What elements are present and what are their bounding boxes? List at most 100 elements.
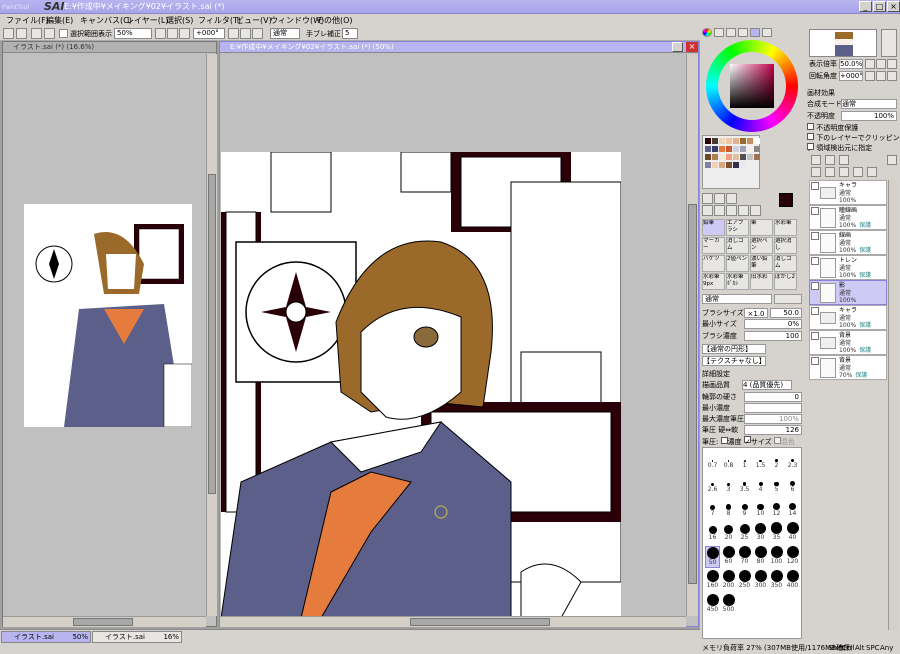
visibility-eye-icon[interactable]: [811, 232, 819, 240]
visibility-eye-icon[interactable]: [811, 257, 819, 265]
task-canvas-1[interactable]: イラスト.sai 50%: [1, 631, 91, 643]
brush-size-option[interactable]: 2.3: [785, 450, 800, 472]
zoom-reset-icon[interactable]: [179, 28, 190, 39]
layer-list-scroll[interactable]: [888, 180, 898, 630]
navigator-close-icon[interactable]: [881, 29, 897, 57]
main-hscroll[interactable]: [220, 616, 686, 627]
brush-size-option[interactable]: 2.6: [705, 474, 720, 496]
zoom-icon[interactable]: [714, 205, 725, 216]
brush-size-option[interactable]: 160: [705, 570, 720, 592]
rotate-icon[interactable]: [726, 205, 737, 216]
move-icon[interactable]: [702, 205, 713, 216]
navigator-preview[interactable]: [809, 29, 877, 57]
layer-item[interactable]: トレン 通常 100% 保護: [809, 255, 887, 280]
brush-size-option[interactable]: 100: [769, 546, 784, 568]
main-vscroll[interactable]: [686, 54, 698, 616]
color-wheel-tab-icon[interactable]: [702, 28, 712, 37]
min-size-value[interactable]: 0%: [744, 319, 802, 329]
brush-size-option[interactable]: 450: [705, 594, 720, 616]
canvas-close-button[interactable]: ×: [686, 42, 698, 52]
tool-8[interactable]: バケツ: [702, 255, 725, 272]
opacity-value[interactable]: 100%: [841, 111, 897, 121]
menu-canvas[interactable]: キャンバス(C): [80, 15, 132, 26]
tool-1[interactable]: エアブラシ: [726, 219, 749, 236]
menu-other[interactable]: その他(O): [316, 15, 353, 26]
rect-select-icon[interactable]: [702, 193, 713, 204]
brush-size-option[interactable]: 25: [737, 522, 752, 544]
tool-0[interactable]: 鉛筆: [702, 219, 725, 236]
selection-source-option[interactable]: 領域検出元に指定: [807, 143, 872, 153]
merge-down-icon[interactable]: [825, 167, 835, 177]
brush-blend-mode[interactable]: 通常: [702, 294, 772, 304]
tool-11[interactable]: 消しゴム: [774, 255, 797, 272]
brush-size-option[interactable]: 40: [785, 522, 800, 544]
visibility-eye-icon[interactable]: [811, 282, 819, 290]
brush-size-option[interactable]: 14: [785, 498, 800, 520]
brush-size-option[interactable]: 16: [705, 522, 720, 544]
tool-6[interactable]: 選択ペン: [750, 237, 773, 254]
maximize-button[interactable]: □: [873, 1, 886, 12]
menu-file[interactable]: ファイル(F): [6, 15, 49, 26]
brush-size-option[interactable]: 12: [769, 498, 784, 520]
color-square[interactable]: [730, 64, 774, 108]
pressure-value[interactable]: 126: [744, 425, 802, 435]
nav-zoom-out-icon[interactable]: [865, 59, 875, 69]
task-canvas-2[interactable]: イラスト.sai 16%: [92, 631, 182, 643]
rotate-right-icon[interactable]: [240, 28, 251, 39]
color-wheel[interactable]: [706, 40, 798, 132]
rotate-left-icon[interactable]: [228, 28, 239, 39]
brush-size-value[interactable]: 50.0: [770, 308, 802, 318]
layer-item[interactable]: 影通常 100%: [809, 280, 887, 305]
rotation-select[interactable]: +000°: [193, 28, 225, 39]
max-density-value[interactable]: 100%: [744, 414, 802, 424]
density-checkbox[interactable]: [720, 437, 728, 444]
swatch-palette[interactable]: [702, 135, 760, 189]
effect-label[interactable]: 画材効果: [807, 88, 835, 98]
layer-item[interactable]: 線画 通常 100% 保護: [809, 230, 887, 255]
mode-select[interactable]: 通常: [270, 28, 300, 39]
magic-wand-icon[interactable]: [726, 193, 737, 204]
brush-size-option[interactable]: 1.5: [753, 450, 768, 472]
brush-size-option[interactable]: 2: [769, 450, 784, 472]
brush-size-option[interactable]: 30: [753, 522, 768, 544]
brush-size-option[interactable]: 80: [753, 546, 768, 568]
clipping-option[interactable]: 下のレイヤーでクリッピング: [807, 133, 900, 152]
nav-zoom-reset-icon[interactable]: [887, 59, 897, 69]
protect-opacity-option[interactable]: 不透明度保護: [807, 123, 858, 133]
overview-hscroll[interactable]: [3, 616, 206, 627]
brush-size-option[interactable]: 200: [721, 570, 736, 592]
overview-vscroll[interactable]: [206, 54, 217, 616]
tool-2[interactable]: 筆: [750, 219, 773, 236]
layer-item[interactable]: 瞳線画 通常 100% 保護: [809, 205, 887, 230]
blend-checkbox[interactable]: [773, 437, 781, 444]
invert-selection-icon[interactable]: [44, 28, 55, 39]
layer-item[interactable]: 背景 通常 100% 保護: [809, 330, 887, 355]
edge-hardness-value[interactable]: 0: [744, 392, 802, 402]
rgb-slider-tab-icon[interactable]: [714, 28, 724, 37]
nav-zoom-value[interactable]: 50.0%: [839, 59, 863, 69]
brush-size-option[interactable]: 5: [769, 474, 784, 496]
brush-size-option[interactable]: 350: [769, 570, 784, 592]
nav-rotate-right-icon[interactable]: [876, 71, 886, 81]
layer-item[interactable]: 背景 通常 70% 保護: [809, 355, 887, 380]
tool-7[interactable]: 選択消し: [774, 237, 797, 254]
overview-vscroll-thumb[interactable]: [208, 174, 216, 494]
quality-select[interactable]: 4 (品質優先): [742, 380, 792, 390]
tool-14[interactable]: 旧水彩: [750, 273, 773, 290]
transfer-down-icon[interactable]: [811, 167, 821, 177]
overview-hscroll-thumb[interactable]: [73, 618, 133, 626]
brush-size-option[interactable]: 35: [769, 522, 784, 544]
brush-size-option[interactable]: 20: [721, 522, 736, 544]
zoom-select[interactable]: 50%: [114, 28, 152, 39]
brush-size-option[interactable]: 120: [785, 546, 800, 568]
clear-layer-icon[interactable]: [839, 167, 849, 177]
brush-size-option[interactable]: 60: [721, 546, 736, 568]
tool-5[interactable]: 消しゴム: [726, 237, 749, 254]
brush-size-option[interactable]: 250: [737, 570, 752, 592]
nav-zoom-in-icon[interactable]: [876, 59, 886, 69]
main-vscroll-thumb[interactable]: [688, 204, 697, 584]
brush-size-option[interactable]: 1: [737, 450, 752, 472]
new-linework-layer-icon[interactable]: [825, 155, 835, 165]
visibility-eye-icon[interactable]: [811, 182, 819, 190]
brush-size-option[interactable]: 50: [705, 546, 720, 568]
